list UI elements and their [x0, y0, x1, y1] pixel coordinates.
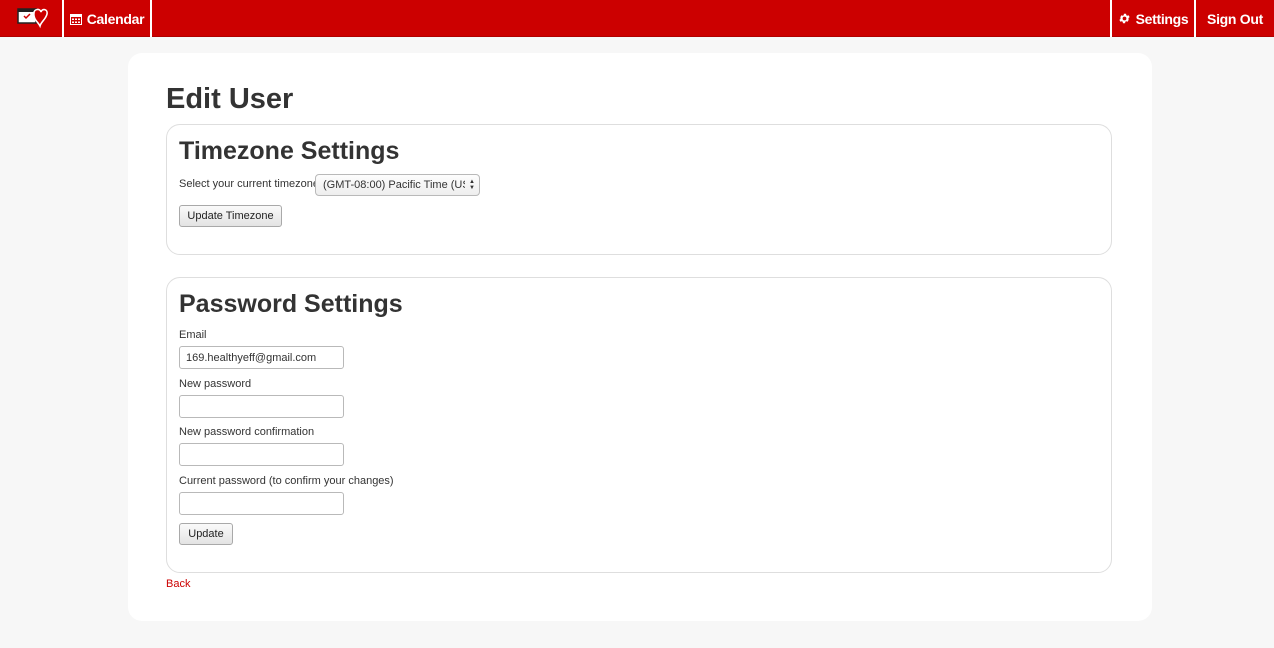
page-title: Edit User — [166, 83, 294, 115]
timezone-settings-card: Timezone Settings Select your current ti… — [166, 124, 1112, 255]
email-label: Email — [179, 329, 207, 341]
current-password-label: Current password (to confirm your change… — [179, 475, 394, 487]
update-password-button[interactable]: Update — [179, 523, 233, 545]
nav-calendar-link[interactable]: Calendar — [64, 0, 152, 37]
nav-signout-label: Sign Out — [1207, 10, 1263, 27]
heart-calendar-logo-icon — [16, 5, 48, 32]
new-password-label: New password — [179, 378, 252, 390]
update-timezone-button[interactable]: Update Timezone — [179, 205, 282, 227]
timezone-select[interactable]: (GMT-08:00) Pacific Time (US ▲ ▼ — [315, 174, 480, 196]
confirm-password-label: New password confirmation — [179, 426, 315, 438]
email-field-value: 169.healthyeff@gmail.com — [186, 351, 317, 364]
calendar-icon — [69, 13, 82, 25]
gear-icon — [1118, 12, 1131, 25]
nav-calendar-label: Calendar — [86, 10, 145, 27]
main-panel: Edit User Timezone Settings Select your … — [128, 53, 1152, 621]
password-settings-heading: Password Settings — [179, 290, 403, 318]
nav-settings-label: Settings — [1135, 10, 1189, 27]
current-password-field[interactable] — [179, 492, 344, 515]
nav-signout-link[interactable]: Sign Out — [1196, 0, 1274, 37]
new-password-field[interactable] — [179, 395, 344, 418]
back-link[interactable]: Back — [166, 578, 190, 590]
nav-settings-link[interactable]: Settings — [1110, 0, 1196, 37]
timezone-select-label: Select your current timezone — [179, 178, 320, 190]
email-field[interactable]: 169.healthyeff@gmail.com — [179, 346, 344, 369]
select-arrows-icon: ▲ ▼ — [469, 179, 475, 191]
timezone-settings-heading: Timezone Settings — [179, 137, 400, 165]
password-settings-card: Password Settings Email 169.healthyeff@g… — [166, 277, 1112, 573]
timezone-select-value: (GMT-08:00) Pacific Time (US — [323, 179, 465, 191]
top-navbar: Calendar Settings Sign Out — [0, 0, 1274, 37]
confirm-password-field[interactable] — [179, 443, 344, 466]
brand-logo-link[interactable] — [2, 0, 64, 37]
